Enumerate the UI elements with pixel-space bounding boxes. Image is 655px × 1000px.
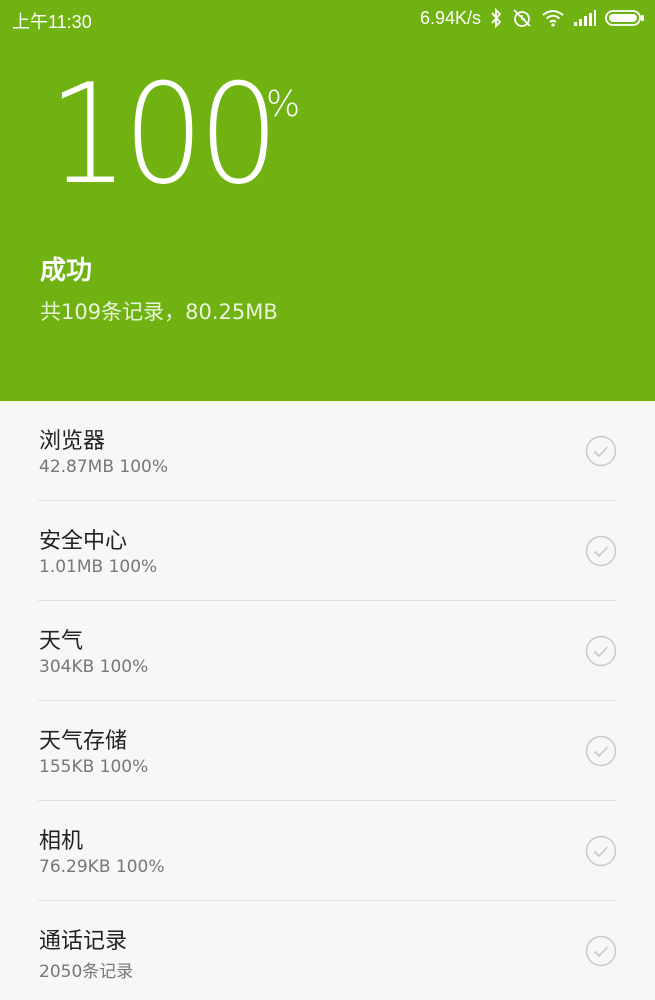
item-name: 浏览器 — [39, 429, 106, 454]
signal-icon — [573, 9, 597, 27]
percent-value: 100 — [48, 54, 279, 215]
result-header: 上午11:30 6.94K/s 100 % 成功 共109条记录，80.25MB — [0, 0, 655, 401]
list-item[interactable]: 通话记录 2050条记录 — [38, 901, 617, 1000]
list-item[interactable]: 相机 76.29KB 100% — [38, 801, 617, 901]
percent-sign: % — [266, 84, 301, 125]
result-summary: 共109条记录，80.25MB — [40, 300, 278, 324]
check-icon — [585, 535, 617, 567]
check-icon — [585, 635, 617, 667]
item-name: 通话记录 — [39, 929, 128, 954]
item-detail: 1.01MB 100% — [39, 557, 158, 577]
check-icon — [585, 735, 617, 767]
item-name: 天气 — [39, 629, 84, 654]
status-time: 上午11:30 — [12, 12, 92, 32]
item-detail: 2050条记录 — [39, 962, 134, 982]
list-item[interactable]: 安全中心 1.01MB 100% — [38, 501, 617, 601]
list-item[interactable]: 天气存储 155KB 100% — [38, 701, 617, 801]
alarm-off-icon — [511, 7, 533, 29]
item-detail: 42.87MB 100% — [39, 457, 169, 477]
list-item[interactable]: 天气 304KB 100% — [38, 601, 617, 701]
item-detail: 155KB 100% — [39, 757, 149, 777]
status-bar: 上午11:30 6.94K/s — [0, 0, 655, 36]
item-name: 安全中心 — [39, 529, 128, 554]
check-icon — [585, 835, 617, 867]
item-name: 相机 — [39, 829, 84, 854]
status-icons: 6.94K/s — [420, 6, 645, 30]
item-name: 天气存储 — [39, 729, 128, 754]
item-detail: 304KB 100% — [39, 657, 149, 677]
backup-item-list: 浏览器 42.87MB 100% 安全中心 1.01MB 100% 天气 304… — [0, 401, 655, 1000]
check-icon — [585, 435, 617, 467]
check-icon — [585, 935, 617, 967]
progress-percent: 100 % — [48, 54, 300, 215]
item-detail: 76.29KB 100% — [39, 857, 165, 877]
battery-icon — [605, 9, 645, 27]
bluetooth-icon — [489, 8, 503, 28]
network-speed: 6.94K/s — [419, 7, 481, 28]
list-item[interactable]: 浏览器 42.87MB 100% — [38, 401, 617, 501]
wifi-icon — [541, 8, 565, 28]
result-title: 成功 — [40, 256, 93, 286]
